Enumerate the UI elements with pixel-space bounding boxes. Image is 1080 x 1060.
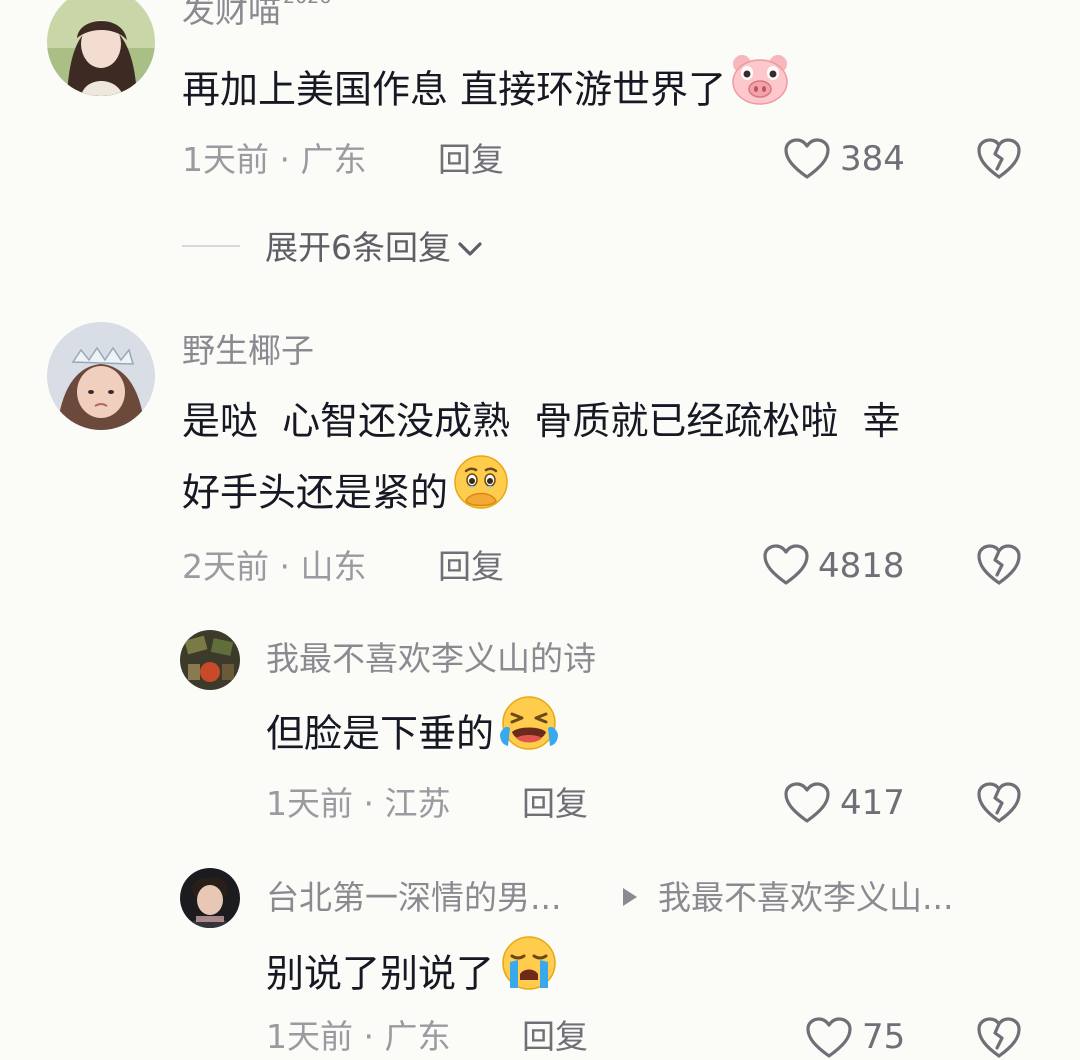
face-holding-back-tears-emoji: [452, 453, 510, 531]
author-badge: 2026: [283, 0, 331, 8]
like-heart-icon[interactable]: [762, 543, 810, 587]
comment-author-name[interactable]: 发财喵: [182, 0, 281, 30]
chevron-down-icon[interactable]: [457, 230, 483, 263]
reply-author-name[interactable]: 我最不喜欢李义山的诗: [266, 642, 596, 675]
comment-text: 是哒 心智还没成熟 骨质就已经疏松啦 幸: [182, 399, 901, 443]
comment-time-location: 2天前 · 山东: [182, 547, 367, 586]
reply-button[interactable]: 回复: [438, 143, 504, 176]
like-count: 75: [862, 1017, 906, 1057]
reply-author-name[interactable]: 台北第一深情的男...: [266, 881, 561, 914]
reply-time-location: 1天前 · 广东: [266, 1017, 451, 1056]
comment-time-location: 1天前 · 广东: [182, 140, 367, 179]
comment-author[interactable]: 发财喵2026: [182, 0, 331, 27]
avatar[interactable]: [47, 322, 155, 430]
comment-text: 再加上美国作息 直接环游世界了: [182, 55, 790, 129]
reply-button[interactable]: 回复: [522, 787, 588, 820]
reply-button[interactable]: 回复: [522, 1020, 588, 1053]
dislike-broken-heart-icon[interactable]: [976, 543, 1022, 587]
reply-time-location: 1天前 · 江苏: [266, 784, 451, 823]
reply-text: 别说了别说了: [266, 934, 560, 1015]
like-count: 384: [840, 139, 905, 179]
like-heart-icon[interactable]: [783, 781, 831, 825]
expand-divider: [182, 245, 240, 247]
like-heart-icon[interactable]: [783, 137, 831, 181]
dislike-broken-heart-icon[interactable]: [976, 137, 1022, 181]
reply-button[interactable]: 回复: [438, 550, 504, 583]
avatar[interactable]: [47, 0, 155, 96]
expand-replies-button[interactable]: 展开6条回复: [265, 231, 483, 266]
pig-face-emoji: [730, 52, 790, 126]
expand-replies-label[interactable]: 展开6条回复: [265, 228, 451, 267]
tired-face-emoji: [498, 694, 560, 772]
loudly-crying-face-emoji: [498, 934, 560, 1012]
comment-text-line2: 好手头还是紧的: [182, 453, 510, 534]
reply-to-name[interactable]: 我最不喜欢李义山...: [658, 881, 953, 914]
like-heart-icon[interactable]: [805, 1016, 853, 1060]
comment-author-name[interactable]: 野生椰子: [182, 334, 314, 367]
avatar[interactable]: [180, 868, 240, 928]
reply-text: 但脸是下垂的: [266, 694, 560, 775]
avatar[interactable]: [180, 630, 240, 690]
dislike-broken-heart-icon[interactable]: [976, 781, 1022, 825]
like-count: 4818: [818, 546, 905, 586]
like-count: 417: [840, 783, 905, 823]
reply-arrow-icon: [620, 885, 640, 909]
dislike-broken-heart-icon[interactable]: [976, 1016, 1022, 1060]
